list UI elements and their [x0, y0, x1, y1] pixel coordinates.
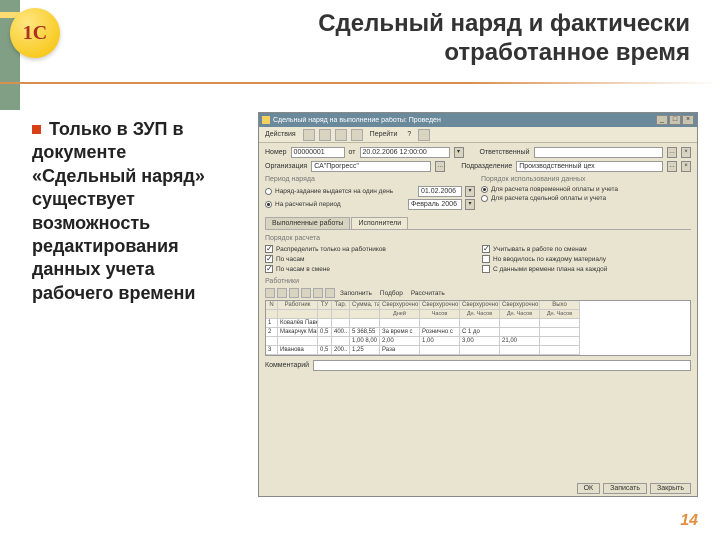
bullet-text: Только в ЗУП в документе «Сдельный наряд… [32, 118, 232, 305]
col-sum[interactable]: Сумма, тариф план [350, 301, 380, 310]
usage-radio-2[interactable] [481, 195, 488, 202]
chk-2-label: Учитывать в работе по сменам [493, 246, 587, 253]
chk-5-label: По часам в смене [276, 266, 330, 273]
chk-1-label: Распределить только на работников [276, 246, 386, 253]
period-radio-day[interactable] [265, 188, 272, 195]
emp-title: Работники [265, 278, 691, 285]
period-radio-range[interactable] [265, 201, 272, 208]
tab-performers[interactable]: Исполнители [351, 217, 408, 229]
usage-radio-2-label: Для расчета сдельной оплаты и учета [491, 195, 606, 202]
col-tar[interactable]: Тар. [332, 301, 350, 310]
title-underline [0, 82, 720, 84]
calc-title: Порядок расчета [265, 235, 691, 242]
period-range-picker-icon[interactable]: ▾ [465, 199, 475, 210]
date-picker-icon[interactable]: ▾ [454, 147, 464, 158]
new-icon[interactable] [303, 129, 315, 141]
table-row[interactable]: 1Ковалёв Павел Ив. [266, 319, 690, 328]
period-day-input[interactable]: 01.02.2006 [418, 186, 462, 197]
chk-5[interactable] [265, 265, 273, 273]
app-window: Сдельный наряд на выполнение работы: Про… [258, 112, 698, 497]
row-add-icon[interactable] [265, 288, 275, 298]
org-picker-icon[interactable]: … [435, 161, 445, 172]
select-button[interactable]: Подбор [377, 289, 406, 298]
usage-radio-1[interactable] [481, 186, 488, 193]
logo-1c: 1C [10, 8, 70, 68]
toolbar: Действия Перейти ? [259, 127, 697, 143]
save-icon[interactable] [319, 129, 331, 141]
dept-picker-icon[interactable]: … [667, 161, 677, 172]
period-title: Период наряда [265, 176, 475, 183]
chk-1[interactable] [265, 245, 273, 253]
minimize-icon[interactable]: _ [656, 115, 668, 125]
close-button[interactable]: Закрыть [650, 483, 691, 494]
ok-button[interactable]: ОК [577, 483, 601, 494]
dept-label: Подразделение [461, 163, 512, 170]
save-button[interactable]: Записать [603, 483, 647, 494]
go-menu[interactable]: Перейти [367, 130, 401, 139]
employees-table: N Работник ТУ Тар. Сумма, тариф план Све… [265, 300, 691, 356]
date-label: от [349, 149, 356, 156]
col-tu[interactable]: ТУ [318, 301, 332, 310]
chk-6[interactable] [482, 265, 490, 273]
titlebar: Сдельный наряд на выполнение работы: Про… [259, 113, 697, 127]
number-input[interactable]: 00000001 [291, 147, 345, 158]
fill-button[interactable]: Заполнить [337, 289, 375, 298]
dept-input[interactable]: Производственный цех [516, 161, 663, 172]
period-radio-day-label: Наряд-задание выдается на один день [275, 188, 393, 195]
col-out[interactable]: Выхо [540, 301, 580, 310]
table-row[interactable]: 3Иванова0,5200..1,25Раза [266, 346, 690, 355]
resp-label: Ответственный [480, 149, 530, 156]
chk-2[interactable] [482, 245, 490, 253]
copy-icon[interactable] [351, 129, 363, 141]
post-icon[interactable] [335, 129, 347, 141]
row-down-icon[interactable] [313, 288, 323, 298]
col-sv3[interactable]: Сверхурочно [460, 301, 500, 310]
row-sort-icon[interactable] [325, 288, 335, 298]
row-up-icon[interactable] [301, 288, 311, 298]
usage-title: Порядок использования данных [481, 176, 691, 183]
usage-radio-1-label: Для расчета повременной оплаты и учета [491, 186, 618, 193]
dept-clear-icon[interactable]: × [681, 161, 691, 172]
col-worker[interactable]: Работник [278, 301, 318, 310]
comment-label: Комментарий [265, 362, 309, 369]
col-sv1[interactable]: Сверхурочно [380, 301, 420, 310]
slide-title: Сдельный наряд и фактически отработанное… [290, 10, 690, 68]
print-icon[interactable] [418, 129, 430, 141]
window-title: Сдельный наряд на выполнение работы: Про… [273, 117, 656, 124]
doc-icon [262, 116, 270, 124]
chk-4[interactable] [482, 255, 490, 263]
calc-button[interactable]: Рассчитать [408, 289, 448, 298]
chk-4-label: Но вводилось по каждому материалу [493, 256, 606, 263]
number-label: Номер [265, 149, 287, 156]
period-radio-range-label: На расчетный период [275, 201, 341, 208]
col-sv2[interactable]: Сверхурочно [420, 301, 460, 310]
date-input[interactable]: 20.02.2006 12:00:00 [360, 147, 450, 158]
resp-clear-icon[interactable]: × [681, 147, 691, 158]
period-range-input[interactable]: Февраль 2006 [408, 199, 462, 210]
resp-input[interactable] [534, 147, 664, 158]
org-input[interactable]: СА"Прогресс" [311, 161, 431, 172]
actions-menu[interactable]: Действия [262, 130, 299, 139]
row-edit-icon[interactable] [289, 288, 299, 298]
col-n[interactable]: N [266, 301, 278, 310]
comment-input[interactable] [313, 360, 691, 371]
tab-works[interactable]: Выполненные работы [265, 217, 350, 229]
close-icon[interactable]: × [682, 115, 694, 125]
chk-3[interactable] [265, 255, 273, 263]
chk-3-label: По часам [276, 256, 304, 263]
org-label: Организация [265, 163, 307, 170]
page-number: 14 [680, 512, 698, 530]
period-day-picker-icon[interactable]: ▾ [465, 186, 475, 197]
table-row[interactable]: 2Макарчук Макс0,5400..5 368,55За время с… [266, 328, 690, 337]
row-del-icon[interactable] [277, 288, 287, 298]
help-button[interactable]: ? [404, 130, 414, 139]
table-row[interactable]: 1,00 8,002,001,003,0021,00 [266, 337, 690, 346]
resp-picker-icon[interactable]: … [667, 147, 677, 158]
chk-6-label: С данными времени плана на каждой [493, 266, 607, 273]
col-sv4[interactable]: Сверхурочно [500, 301, 540, 310]
maximize-icon[interactable]: □ [669, 115, 681, 125]
